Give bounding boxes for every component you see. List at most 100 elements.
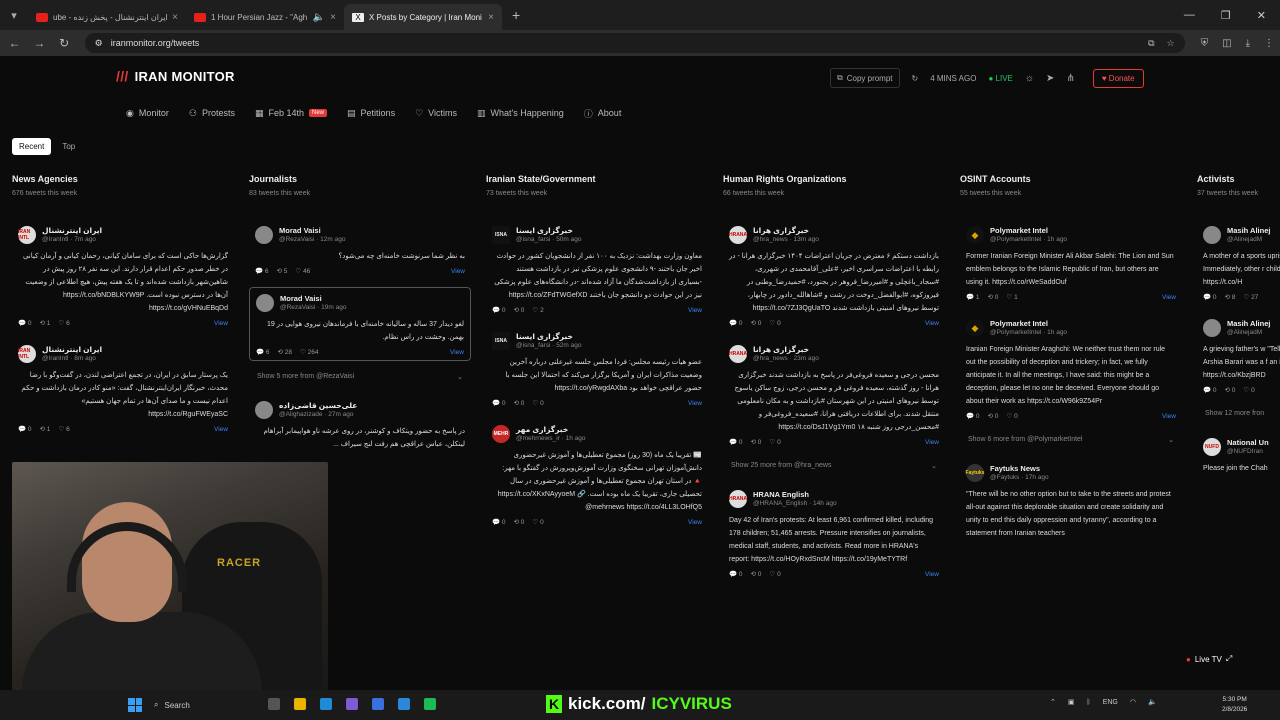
menu-icon[interactable]: ⋮	[1264, 38, 1274, 49]
tray-app-icon[interactable]: ▣	[1068, 698, 1075, 706]
tweet-card[interactable]: Masih Alinej @AlinejadM A grieving father'…	[1197, 313, 1280, 398]
like-count[interactable]: ♡ 46	[295, 267, 310, 275]
view-link[interactable]: View	[688, 400, 702, 407]
author-name[interactable]: Morad Vaisi	[280, 294, 346, 303]
tweet-card[interactable]: Masih Alinej @AlinejadM A mother of a spor…	[1197, 220, 1280, 305]
reply-count[interactable]: 💬 0	[492, 306, 506, 314]
retweet-count[interactable]: ⟲ 0	[751, 570, 762, 578]
retweet-count[interactable]: ⟲ 0	[514, 518, 525, 526]
retweet-count[interactable]: ⟲ 28	[278, 348, 293, 356]
like-count[interactable]: ♡ 0	[532, 518, 543, 526]
view-link[interactable]: View	[450, 349, 464, 356]
nav-feb14[interactable]: ▦ Feb 14th New	[255, 108, 328, 119]
nav-protests[interactable]: ⚇ Protests	[189, 108, 235, 119]
telegram-icon[interactable]: ➤	[1046, 73, 1054, 84]
nav-petitions[interactable]: ▤ Petitions	[347, 108, 395, 119]
reply-count[interactable]: 💬 0	[729, 438, 743, 446]
author-name[interactable]: Morad Vaisi	[279, 226, 345, 235]
like-count[interactable]: ♡ 6	[58, 425, 69, 433]
url-field[interactable]: ⚙ iranmonitor.org/tweets ⧉ ☆	[84, 33, 1185, 53]
bluetooth-icon[interactable]: ᛒ	[1087, 699, 1091, 706]
live-tv-button[interactable]: ● Live TV ⤢	[1186, 654, 1232, 664]
reply-count[interactable]: 💬 6	[255, 267, 269, 275]
like-count[interactable]: ♡ 0	[532, 399, 543, 407]
show-more-button[interactable]: Show 12 more fron⌄	[1197, 406, 1280, 422]
tweet-card[interactable]: HRANA خبرگزاری هرانا @hra_news · 23m ago مح…	[723, 339, 945, 450]
author-name[interactable]: خبرگزاری هرانا	[753, 345, 819, 354]
tweet-card[interactable]: ISNA خبرگزاری ایسنا @isna_farsi · 50m ago م…	[486, 220, 708, 318]
share-icon[interactable]: ⋔	[1066, 73, 1074, 84]
author-name[interactable]: خبرگزاری مهر	[516, 425, 585, 434]
file-explorer-icon[interactable]	[294, 698, 306, 710]
like-count[interactable]: ♡ 1	[1006, 293, 1017, 301]
tab-search-icon[interactable]: ▾	[0, 0, 28, 30]
retweet-count[interactable]: ⟲ 5	[277, 267, 288, 275]
retweet-count[interactable]: ⟲ 0	[751, 438, 762, 446]
edge-icon[interactable]	[320, 698, 332, 710]
nav-about[interactable]: ⓘ About	[584, 107, 622, 120]
view-link[interactable]: View	[688, 307, 702, 314]
like-count[interactable]: ♡ 0	[1243, 386, 1254, 394]
show-more-button[interactable]: Show 5 more from @RezaVaisi ⌄	[249, 369, 471, 385]
like-count[interactable]: ♡ 0	[769, 570, 780, 578]
clock[interactable]: 5:30 PM 2/8/2026	[1222, 695, 1247, 715]
author-name[interactable]: Polymarket Intel	[990, 226, 1067, 235]
cast-icon[interactable]: ⧉	[1148, 38, 1154, 49]
view-link[interactable]: View	[214, 426, 228, 433]
like-count[interactable]: ♡ 27	[1243, 293, 1258, 301]
theme-toggle-icon[interactable]: ☼	[1025, 73, 1034, 84]
reply-count[interactable]: 💬 1	[966, 293, 980, 301]
author-name[interactable]: National Un	[1227, 438, 1269, 447]
view-link[interactable]: View	[688, 519, 702, 526]
restore-icon[interactable]: ❐	[1221, 9, 1231, 22]
new-tab-button[interactable]: +	[502, 7, 530, 23]
author-name[interactable]: ایران اینترنشنال	[42, 226, 102, 235]
reply-count[interactable]: 💬 0	[1203, 293, 1217, 301]
tweet-card[interactable]: MEHR خبرگزاری مهر @mehrnews_ir · 1h ago 📰 ت…	[486, 419, 708, 530]
reply-count[interactable]: 💬 0	[729, 319, 743, 327]
app-icon[interactable]	[346, 698, 358, 710]
tweet-card[interactable]: IRAN INTL ایران اینترنشنال @IranIntl · 7m …	[12, 220, 234, 331]
tweet-card[interactable]: Faytuks Faytuks News @Faytuks · 17h ago "Th…	[960, 458, 1182, 544]
top-tab[interactable]: Top	[55, 138, 82, 155]
like-count[interactable]: ♡ 0	[769, 438, 780, 446]
reply-count[interactable]: 💬 0	[18, 425, 32, 433]
close-icon[interactable]: ×	[330, 12, 336, 23]
author-name[interactable]: ایران اینترنشنال	[42, 345, 102, 354]
volume-icon[interactable]: 🔈	[1148, 698, 1157, 706]
browser-tab-3[interactable]: X X Posts by Category | Iran Moni ×	[344, 4, 502, 30]
retweet-count[interactable]: ⟲ 0	[751, 319, 762, 327]
tweet-card[interactable]: Morad Vaisi @RezaVaisi · 12m ago به نظر شم…	[249, 220, 471, 279]
site-logo[interactable]: /// IRAN MONITOR	[116, 68, 235, 84]
reload-icon[interactable]: ↻	[56, 36, 73, 50]
speaker-icon[interactable]: 🔈	[313, 12, 325, 23]
show-more-button[interactable]: Show 25 more from @hra_news ⌄	[723, 458, 945, 474]
like-count[interactable]: ♡ 6	[58, 319, 69, 327]
author-name[interactable]: HRANA English	[753, 490, 837, 499]
retweet-count[interactable]: ⟲ 8	[1225, 293, 1236, 301]
wifi-icon[interactable]: ◠	[1130, 698, 1136, 706]
forward-icon[interactable]: →	[31, 36, 48, 50]
tweet-card[interactable]: Morad Vaisi @RezaVaisi · 19m ago لغو دیدار…	[249, 287, 471, 361]
copy-prompt-button[interactable]: ⧉ Copy prompt	[830, 68, 900, 88]
site-info-icon[interactable]: ⚙	[95, 38, 103, 49]
like-count[interactable]: ♡ 0	[769, 319, 780, 327]
view-link[interactable]: View	[925, 320, 939, 327]
close-icon[interactable]: ×	[488, 12, 494, 23]
retweet-count[interactable]: ⟲ 0	[988, 412, 999, 420]
task-view-icon[interactable]	[268, 698, 280, 710]
view-link[interactable]: View	[1162, 294, 1176, 301]
retweet-count[interactable]: ⟲ 0	[988, 293, 999, 301]
like-count[interactable]: ♡ 2	[532, 306, 543, 314]
tweet-card[interactable]: ◆ Polymarket Intel @PolymarketIntel · 1h a…	[960, 220, 1182, 305]
view-link[interactable]: View	[214, 320, 228, 327]
tweet-card[interactable]: HRANA HRANA English @HRANA_English · 14h a…	[723, 484, 945, 582]
retweet-count[interactable]: ⟲ 0	[1225, 386, 1236, 394]
nav-whats-happening[interactable]: ▥ What's Happening	[477, 108, 564, 119]
author-name[interactable]: خبرگزاری ایسنا	[516, 226, 582, 235]
back-icon[interactable]: ←	[6, 36, 23, 50]
like-count[interactable]: ♡ 264	[300, 348, 319, 356]
nav-monitor[interactable]: ◉ Monitor	[126, 108, 169, 119]
donate-button[interactable]: ♥ Donate	[1092, 68, 1144, 88]
author-name[interactable]: Masih Alinej	[1227, 226, 1270, 235]
